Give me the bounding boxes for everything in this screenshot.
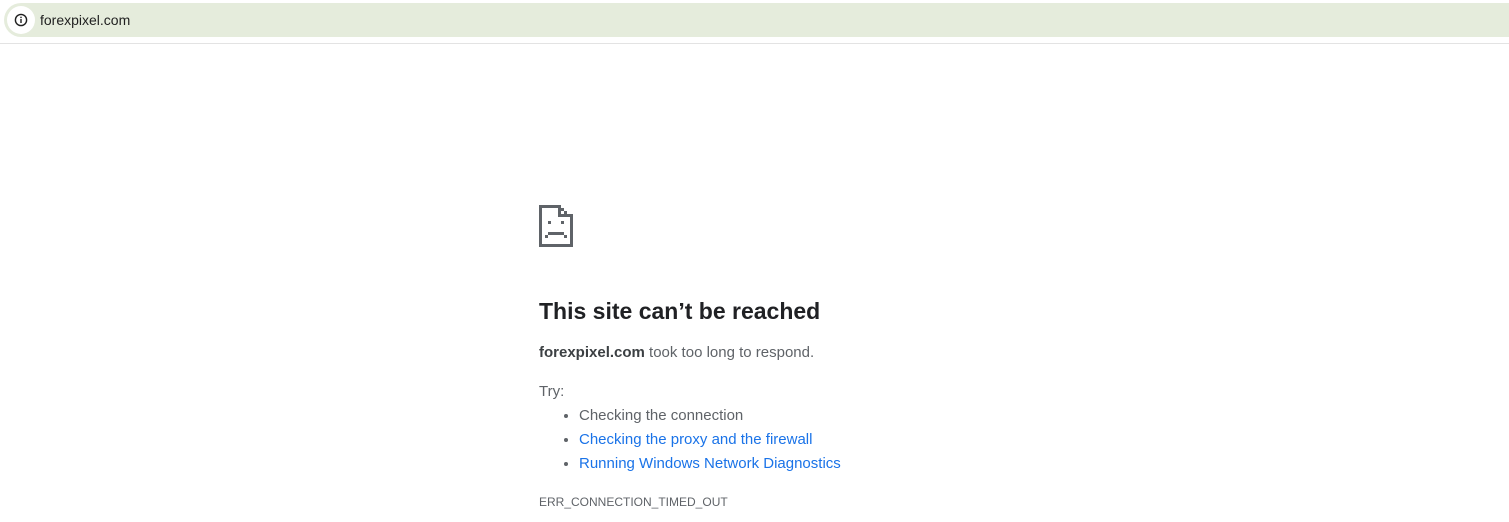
browser-toolbar: forexpixel.com [0,0,1509,44]
info-icon [14,13,28,27]
error-message-text: took too long to respond. [644,344,815,361]
suggestion-item: Checking the connection [579,404,841,428]
suggestion-link-proxy-firewall[interactable]: Checking the proxy and the firewall [579,431,812,448]
suggestion-item: Checking the proxy and the firewall [579,428,841,452]
try-label: Try: [539,383,565,400]
sad-page-icon [539,205,573,247]
suggestion-check-connection: Checking the connection [579,407,744,424]
suggestion-link-network-diagnostics[interactable]: Running Windows Network Diagnostics [579,455,841,472]
error-heading: This site can’t be reached [539,298,821,324]
site-info-button[interactable] [7,6,35,34]
error-message: forexpixel.com took too long to respond. [539,343,814,363]
url-text[interactable]: forexpixel.com [40,11,130,29]
error-host: forexpixel.com [539,344,645,361]
suggestion-list: Checking the connection Checking the pro… [539,404,841,476]
address-bar[interactable]: forexpixel.com [4,3,1509,37]
suggestion-item: Running Windows Network Diagnostics [579,452,841,476]
error-code: ERR_CONNECTION_TIMED_OUT [539,495,728,509]
